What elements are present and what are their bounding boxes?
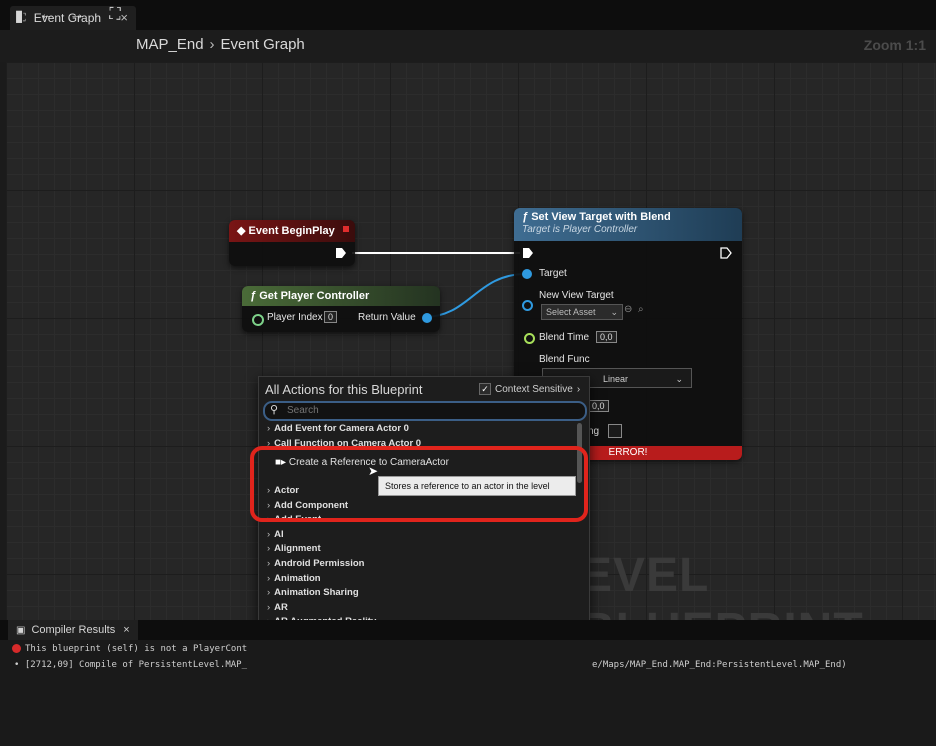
get-player-controller-node[interactable]: ƒ Get Player Controller Player Index 0 R… (242, 286, 440, 332)
menu-item-label: Add Event for Camera Actor 0 (274, 423, 409, 434)
blend-func-label: Blend Func (539, 354, 590, 365)
event-icon: ◆ (237, 225, 246, 237)
tooltip: Stores a reference to an actor in the le… (378, 476, 576, 496)
menu-category[interactable]: › Animation Sharing (267, 587, 359, 598)
chevron-right-icon: › (267, 543, 271, 555)
compiler-error-line: This blueprint (self) is not a PlayerCon… (12, 644, 247, 654)
chevron-right-icon: › (267, 438, 271, 446)
compiler-error-text: This blueprint (self) is not a PlayerCon… (25, 644, 248, 654)
chevron-right-icon: › (267, 528, 271, 540)
menu-category[interactable]: › AI (267, 529, 284, 540)
compiler-log-line: • [2712,09] Compile of PersistentLevel.M… (14, 660, 247, 670)
player-index-label: Player Index (267, 312, 323, 323)
menu-category[interactable]: › AR (267, 602, 288, 613)
error-icon (12, 644, 21, 653)
context-sensitive-checkbox[interactable]: ✓ (479, 383, 491, 395)
menu-category-label: Animation (274, 572, 321, 584)
compiler-tab-bar (0, 620, 936, 640)
blend-time-label: Blend Time (539, 332, 590, 343)
target-label: Target (539, 268, 567, 279)
delegate-pin[interactable] (343, 226, 349, 232)
return-value-label: Return Value (358, 312, 416, 323)
chevron-right-icon: › (267, 423, 271, 434)
menu-category-label: Android Permission (274, 558, 365, 569)
node-subtitle: Target is Player Controller (522, 224, 638, 235)
node-header: ◆ Event BeginPlay (229, 220, 355, 242)
target-pin[interactable] (522, 269, 532, 279)
new-view-target-label: New View Target (539, 290, 614, 301)
chevron-right-icon: › (267, 558, 271, 569)
menu-item[interactable]: › Add Event for Camera Actor 0 (267, 423, 409, 434)
menu-title: All Actions for this Blueprint (265, 382, 423, 397)
search-box[interactable]: ⚲ (263, 401, 587, 421)
node-header: ƒ Get Player Controller (242, 286, 440, 306)
search-icon: ⚲ (270, 404, 279, 416)
menu-category-label: Alignment (274, 543, 321, 555)
exec-pin-out[interactable] (720, 247, 732, 259)
chevron-right-icon: › (267, 572, 271, 584)
select-asset-label: Select Asset (546, 307, 596, 317)
new-view-target-pin[interactable] (522, 300, 533, 311)
menu-category[interactable]: › Alignment (267, 543, 321, 554)
compiler-icon: ▣ (16, 624, 26, 636)
tab-compiler-results[interactable]: ▣ Compiler Results × (8, 620, 138, 640)
node-title: Event BeginPlay (248, 225, 335, 237)
blend-func-value: Linear (603, 374, 629, 384)
menu-item-label: Call Function on Camera Actor 0 (274, 438, 422, 446)
context-sensitive-toggle[interactable]: ✓ Context Sensitive › (479, 383, 580, 395)
select-asset-dropdown[interactable]: Select Asset ⌄ (541, 304, 623, 320)
exec-pin-out[interactable] (335, 247, 347, 259)
event-beginplay-node[interactable]: ◆ Event BeginPlay (229, 220, 355, 266)
chevron-right-icon: › (576, 383, 581, 395)
player-index-pin[interactable] (252, 314, 264, 326)
exec-pin-in[interactable] (522, 247, 534, 259)
compiler-panel (0, 640, 936, 746)
blend-time-pin[interactable] (524, 333, 535, 344)
node-title: Set View Target with Blend (531, 211, 671, 223)
menu-category[interactable]: › Animation (267, 573, 321, 584)
menu-category[interactable]: › Android Permission (267, 558, 364, 569)
return-value-pin[interactable] (422, 313, 432, 323)
bullet-icon: • (14, 660, 20, 670)
blend-exp-value[interactable]: 0,0 (588, 400, 609, 412)
node-title: Get Player Controller (259, 290, 370, 302)
blend-time-value[interactable]: 0,0 (596, 331, 617, 343)
menu-item[interactable]: › Call Function on Camera Actor 0 (267, 438, 421, 446)
node-header: ƒ Set View Target with Blend Target is P… (514, 208, 742, 241)
menu-category-label: AR (274, 601, 288, 613)
search-input[interactable] (287, 404, 577, 417)
chevron-right-icon: › (267, 587, 271, 599)
player-index-value[interactable]: 0 (324, 311, 338, 323)
close-icon[interactable]: × (123, 624, 129, 636)
context-sensitive-label: Context Sensitive (495, 383, 573, 395)
function-icon: ƒ (522, 211, 529, 223)
menu-category-label: AI (274, 528, 284, 540)
browse-icon[interactable]: ⊖ (624, 304, 632, 315)
compiler-log-line-tail: e/Maps/MAP_End.MAP_End:PersistentLevel.M… (592, 660, 847, 670)
menu-category-label: Animation Sharing (274, 587, 359, 599)
chevron-down-icon: ⌄ (675, 374, 683, 384)
lock-outgoing-checkbox[interactable] (608, 424, 622, 438)
search-icon[interactable]: ⌕ (638, 304, 644, 315)
chevron-right-icon: › (267, 601, 271, 613)
compiler-log-text: [2712,09] Compile of PersistentLevel.MAP… (24, 660, 248, 670)
function-icon: ƒ (250, 290, 257, 302)
compiler-tab-label: Compiler Results (31, 624, 116, 636)
chevron-down-icon: ⌄ (610, 307, 618, 317)
